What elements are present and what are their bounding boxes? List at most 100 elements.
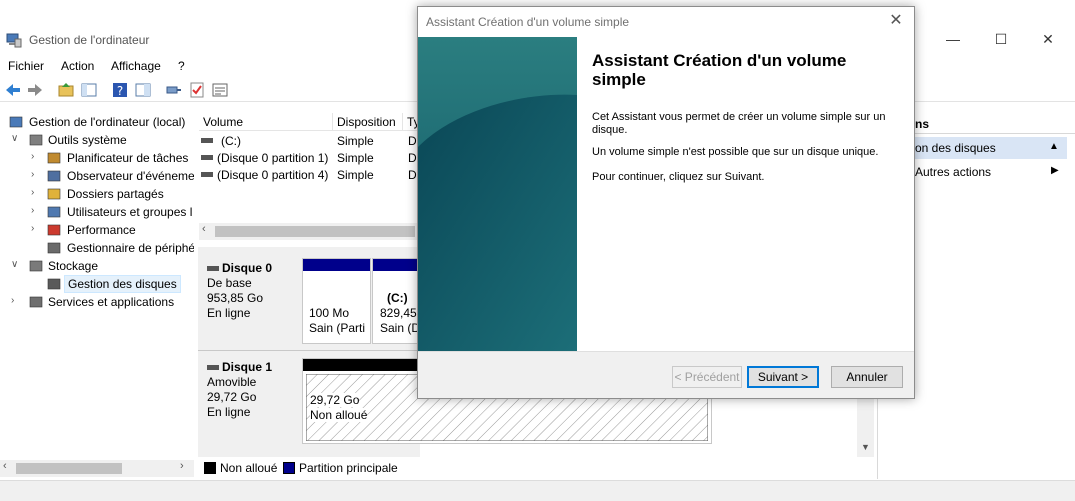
wizard-paragraph-3: Pour continuer, cliquez sur Suivant. <box>592 171 765 183</box>
drive-icon <box>201 172 213 177</box>
scroll-left-icon[interactable]: ‹ <box>3 460 7 472</box>
partition-letter: (C:) <box>387 291 408 305</box>
disk-size: 953,85 Go <box>207 291 264 305</box>
column-header-volume[interactable]: Volume <box>199 113 333 131</box>
collapsed-chevron-icon[interactable]: › <box>31 169 41 180</box>
tree-item[interactable]: › Observateur d'événeme <box>0 167 194 185</box>
list-view-icon[interactable] <box>211 81 229 99</box>
close-icon[interactable]: ✕ <box>1033 30 1063 48</box>
new-simple-volume-wizard-dialog: Assistant Création d'un volume simple ✕ … <box>417 6 915 399</box>
tree-item-label: Observateur d'événeme <box>67 169 194 183</box>
tree-item-label: Dossiers partagés <box>67 187 164 201</box>
scroll-right-icon[interactable]: › <box>180 460 184 472</box>
back-arrow-icon[interactable] <box>4 81 22 99</box>
device-manager-icon <box>47 242 61 254</box>
event-viewer-icon <box>47 170 61 182</box>
tree-item-label: Utilisateurs et groupes l <box>67 205 193 219</box>
submenu-arrow-icon: ▶ <box>1051 165 1059 176</box>
show-hide-tree-icon[interactable] <box>80 81 98 99</box>
disk-status: En ligne <box>207 306 251 320</box>
drive-icon <box>201 155 213 160</box>
legend: Non alloué Partition principale <box>198 458 878 478</box>
disk-0-partition-c[interactable]: (C:) 829,45 G Sain (D <box>372 258 429 344</box>
tree-item-label: Gestion de l'ordinateur (local) <box>29 115 186 129</box>
tree-item[interactable]: › Planificateur de tâches <box>0 149 194 167</box>
forward-arrow-icon[interactable] <box>26 81 44 99</box>
window-title: Gestion de l'ordinateur <box>29 33 150 47</box>
tree-item[interactable]: › Services et applications <box>0 293 194 311</box>
volume-type: D <box>408 151 417 165</box>
menu-help[interactable]: ? <box>178 59 185 73</box>
volume-layout: Simple <box>337 134 374 148</box>
next-button[interactable]: Suivant > <box>747 366 819 388</box>
menu-action[interactable]: Action <box>61 59 94 73</box>
menu-fichier[interactable]: Fichier <box>8 59 44 73</box>
partition-status: Sain (Parti <box>309 321 366 335</box>
actions-header-label: ns <box>915 117 930 131</box>
tree-item[interactable]: Gestion de l'ordinateur (local) <box>0 113 194 131</box>
connect-icon[interactable] <box>165 81 183 99</box>
collapsed-chevron-icon[interactable]: › <box>31 187 41 198</box>
scroll-down-icon[interactable]: ▼ <box>861 442 870 452</box>
disk-kind: Amovible <box>207 375 257 389</box>
disk-icon <box>207 266 219 272</box>
volume-type: D <box>408 134 417 148</box>
wizard-paragraph-1: Cet Assistant vous permet de créer un vo… <box>592 111 886 136</box>
scroll-left-icon[interactable]: ‹ <box>202 223 206 235</box>
expanded-chevron-icon[interactable]: ∨ <box>11 133 21 144</box>
performance-icon <box>47 224 61 236</box>
disk-1-label[interactable]: Disque 1 Amovible 29,72 Go En ligne <box>198 360 298 420</box>
primary-partition-bar <box>303 259 370 271</box>
collapsed-chevron-icon[interactable]: › <box>31 223 41 234</box>
computer-management-icon <box>9 116 23 128</box>
volume-name: (Disque 0 partition 1) <box>217 151 329 165</box>
volume-list-horizontal-scrollbar[interactable]: ‹ <box>199 223 419 240</box>
primary-partition-bar <box>373 259 420 271</box>
tree-item-label: Outils système <box>48 133 127 147</box>
cancel-button[interactable]: Annuler <box>831 366 903 388</box>
more-actions-label: Autres actions <box>915 165 992 179</box>
scrollbar-thumb[interactable] <box>16 463 122 474</box>
close-icon[interactable]: ✕ <box>886 11 906 31</box>
disk-divider <box>198 350 420 351</box>
collapsed-chevron-icon[interactable]: › <box>31 151 41 162</box>
properties-pane-icon[interactable] <box>134 81 152 99</box>
tree-item[interactable]: ∨ Stockage <box>0 257 194 275</box>
collapse-up-icon[interactable]: ▲ <box>1049 141 1059 152</box>
expanded-chevron-icon[interactable]: ∨ <box>11 259 21 270</box>
checklist-icon[interactable] <box>188 81 206 99</box>
column-header-disposition[interactable]: Disposition <box>333 113 403 131</box>
maximize-icon[interactable]: ☐ <box>986 30 1016 48</box>
tree-item[interactable]: › Utilisateurs et groupes l <box>0 203 194 221</box>
collapsed-chevron-icon[interactable]: › <box>31 205 41 216</box>
disk-0-partition-1[interactable]: 100 Mo Sain (Parti <box>302 258 371 344</box>
volume-type: D <box>408 168 417 182</box>
previous-button[interactable]: < Précédent <box>672 366 742 388</box>
legend-swatch-primary <box>283 462 295 474</box>
services-icon <box>29 296 43 308</box>
partition-size: 100 Mo <box>309 306 350 320</box>
volume-name: (Disque 0 partition 4) <box>217 168 329 182</box>
tree-item[interactable]: Gestion des disques <box>0 275 194 293</box>
minimize-icon[interactable]: — <box>938 30 968 48</box>
tree-item-label: Gestion des disques <box>64 275 181 293</box>
wizard-heading: Assistant Création d'un volume simple <box>592 51 847 89</box>
tree-item[interactable]: › Dossiers partagés <box>0 185 194 203</box>
volume-name: (C:) <box>221 134 241 148</box>
disk-0-label[interactable]: Disque 0 De base 953,85 Go En ligne <box>198 261 298 321</box>
collapsed-chevron-icon[interactable]: › <box>11 295 21 306</box>
tree-item[interactable]: ∨ Outils système <box>0 131 194 149</box>
scrollbar-thumb[interactable] <box>215 226 415 237</box>
help-icon[interactable]: ? <box>111 81 129 99</box>
tools-icon <box>29 134 43 146</box>
tree-item[interactable]: › Performance <box>0 221 194 239</box>
tree-horizontal-scrollbar[interactable]: ‹ › <box>0 460 194 477</box>
up-folder-icon[interactable] <box>57 81 75 99</box>
menu-affichage[interactable]: Affichage <box>111 59 161 73</box>
disk-kind: De base <box>207 276 252 290</box>
tree-item[interactable]: Gestionnaire de périphé <box>0 239 194 257</box>
disk-icon <box>47 278 61 290</box>
actions-section-label: on des disques <box>915 141 996 155</box>
computer-management-icon <box>6 33 22 48</box>
shared-folder-icon <box>47 188 61 200</box>
